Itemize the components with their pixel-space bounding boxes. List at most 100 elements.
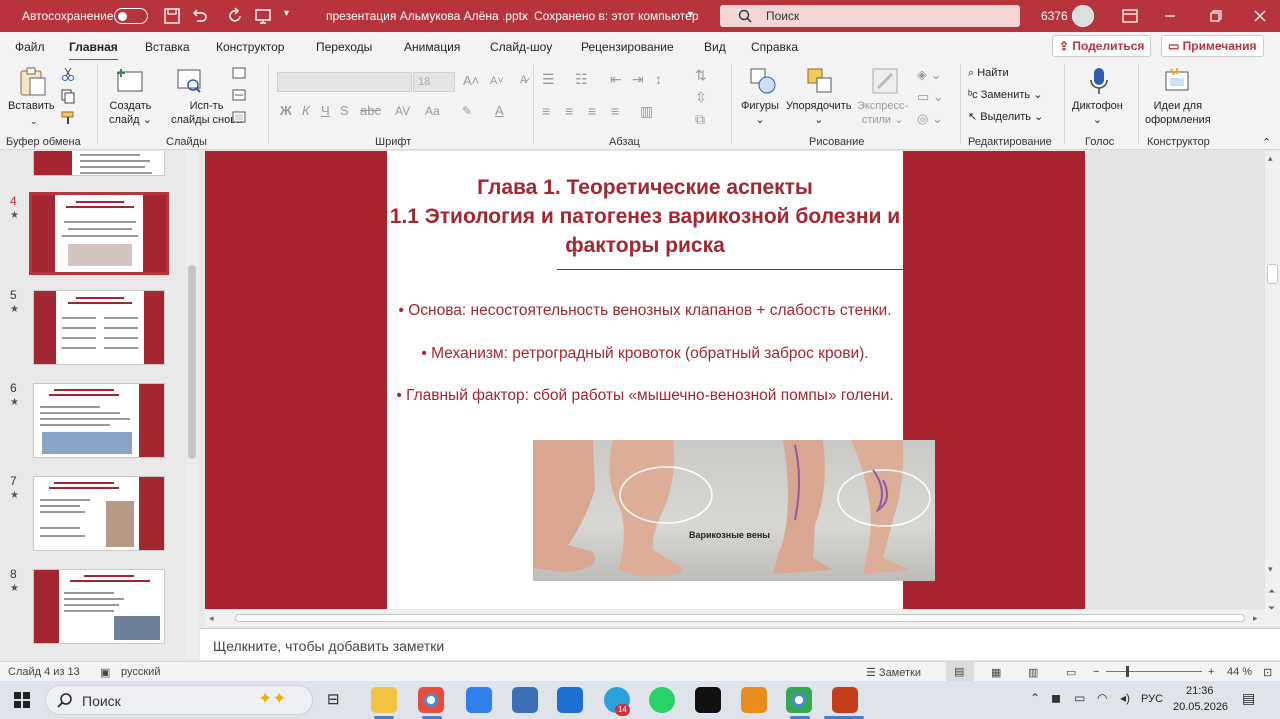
- font-family-select[interactable]: [277, 72, 412, 92]
- replace-button[interactable]: ᵇc Заменить ⌄: [968, 88, 1042, 102]
- wifi-icon[interactable]: ◠: [1097, 691, 1107, 705]
- chrome-profile-icon[interactable]: [786, 687, 812, 713]
- copy-icon[interactable]: [60, 88, 76, 104]
- app-black-icon[interactable]: [695, 687, 721, 713]
- thumbnail-slide-4[interactable]: [29, 192, 169, 275]
- bold-icon[interactable]: Ж: [280, 104, 292, 118]
- change-case-icon[interactable]: Aa: [425, 104, 440, 118]
- columns-icon[interactable]: ▥: [640, 104, 653, 118]
- font-size-select[interactable]: 18: [413, 72, 455, 92]
- restore-icon[interactable]: [1208, 8, 1224, 24]
- zoom-slider[interactable]: [1106, 671, 1202, 672]
- shadow-icon[interactable]: S: [340, 104, 349, 118]
- reading-view-icon[interactable]: ▥: [1028, 666, 1038, 679]
- volume-icon[interactable]: ◂): [1120, 691, 1130, 705]
- slideshow-view-icon[interactable]: ▭: [1066, 666, 1076, 679]
- outlook-icon[interactable]: [557, 687, 583, 713]
- whatsapp-icon[interactable]: [649, 687, 675, 713]
- shape-outline-icon[interactable]: ▭ ⌄: [917, 90, 944, 104]
- numbering-icon[interactable]: ☷: [575, 72, 588, 86]
- highlight-icon[interactable]: ✎: [462, 104, 472, 118]
- arrange-icon[interactable]: [805, 66, 835, 96]
- increase-indent-icon[interactable]: ⇥: [632, 72, 644, 86]
- italic-icon[interactable]: К: [302, 104, 310, 118]
- normal-view-button[interactable]: ▤: [946, 662, 974, 681]
- slide-title-line3[interactable]: факторы риска: [387, 231, 903, 260]
- dictate-label[interactable]: Диктофон ⌄: [1072, 99, 1123, 127]
- bullet-2[interactable]: • Механизм: ретроградный кровоток (обрат…: [387, 345, 903, 363]
- fit-to-window-icon[interactable]: ⊡: [1263, 666, 1272, 679]
- next-slide-icon[interactable]: ⏷: [1268, 603, 1275, 614]
- undo-icon[interactable]: [190, 7, 208, 25]
- horizontal-scrollbar[interactable]: ◂ ▸: [205, 610, 1265, 626]
- tab-insert[interactable]: Вставка: [145, 40, 190, 54]
- underline-icon[interactable]: Ч: [321, 104, 330, 118]
- notes-toggle-button[interactable]: ☰ Заметки: [866, 666, 921, 679]
- start-slideshow-icon[interactable]: [254, 7, 272, 25]
- align-right-icon[interactable]: ≡: [588, 104, 596, 118]
- arrange-label[interactable]: Упорядочить ⌄: [786, 99, 851, 127]
- quick-styles-label[interactable]: Экспресс-стили ⌄: [857, 99, 908, 127]
- share-button[interactable]: ⇪ Поделиться: [1052, 35, 1152, 57]
- store-icon[interactable]: [466, 687, 492, 713]
- find-button[interactable]: ⌕ Найти: [968, 66, 1009, 80]
- autosave-toggle[interactable]: [114, 8, 148, 24]
- comments-button[interactable]: ▭ Примечания: [1161, 35, 1264, 57]
- minimize-icon[interactable]: [1162, 8, 1178, 24]
- reuse-slides-icon[interactable]: [175, 66, 205, 96]
- justify-icon[interactable]: ≡: [611, 104, 619, 118]
- thumbnails-scrollbar[interactable]: [186, 151, 198, 661]
- layout-icon[interactable]: [232, 67, 246, 79]
- line-spacing-icon[interactable]: ↕: [655, 72, 662, 86]
- customize-qat-icon[interactable]: ▾: [284, 8, 289, 19]
- zoom-level[interactable]: 44 %: [1227, 666, 1252, 678]
- decrease-indent-icon[interactable]: ⇤: [610, 72, 622, 86]
- save-icon[interactable]: [163, 7, 181, 25]
- chrome-icon[interactable]: [418, 687, 444, 713]
- search-box[interactable]: Поиск: [720, 5, 1020, 27]
- scroll-down-icon[interactable]: ▾: [1268, 564, 1273, 575]
- clock-time[interactable]: 21:36: [1186, 685, 1214, 697]
- save-status-chevron-icon[interactable]: ▾: [688, 9, 693, 20]
- vertical-scroll-thumb[interactable]: [1267, 264, 1278, 284]
- shape-effects-icon[interactable]: ◎ ⌄: [917, 112, 943, 126]
- tab-home[interactable]: Главная: [69, 40, 118, 62]
- tab-help[interactable]: Справка: [751, 40, 798, 54]
- vertical-scrollbar[interactable]: ▴ ▾ ⏶ ⏷: [1265, 151, 1280, 626]
- task-view-icon[interactable]: ⊟: [327, 690, 340, 708]
- font-color-icon[interactable]: A: [495, 104, 504, 118]
- spellcheck-icon[interactable]: ▣: [100, 666, 110, 679]
- zoom-out-icon[interactable]: −: [1093, 666, 1099, 678]
- notifications-icon[interactable]: ▤: [1242, 690, 1255, 707]
- tray-app-icon[interactable]: ◼: [1051, 691, 1061, 705]
- section-icon[interactable]: [232, 111, 246, 123]
- zoom-in-icon[interactable]: +: [1208, 666, 1214, 678]
- bullet-3[interactable]: • Главный фактор: сбой работы «мышечно-в…: [387, 387, 903, 405]
- thumbnail-slide-8[interactable]: [33, 569, 165, 644]
- tab-transitions[interactable]: Переходы: [316, 40, 372, 54]
- thumbnail-slide-5[interactable]: [33, 290, 165, 365]
- powerpoint-icon[interactable]: [832, 687, 858, 713]
- bullet-1[interactable]: • Основа: несостоятельность венозных кла…: [387, 302, 903, 320]
- previous-slide-icon[interactable]: ⏶: [1268, 586, 1275, 597]
- sublime-icon[interactable]: [741, 687, 767, 713]
- notes-placeholder[interactable]: Щелкните, чтобы добавить заметки: [213, 638, 444, 654]
- new-slide-icon[interactable]: [115, 66, 145, 96]
- bullets-icon[interactable]: ☰: [542, 72, 555, 86]
- show-hidden-icons[interactable]: ⌃: [1030, 691, 1040, 705]
- paste-chevron-icon[interactable]: ⌄: [30, 114, 38, 128]
- input-language[interactable]: РУС: [1141, 693, 1163, 705]
- windows-start-icon[interactable]: [14, 692, 30, 708]
- scroll-up-icon[interactable]: ▴: [1268, 153, 1273, 164]
- horizontal-scroll-thumb[interactable]: [235, 614, 1245, 622]
- char-spacing-icon[interactable]: AV: [395, 104, 410, 118]
- slide-title-line1[interactable]: Глава 1. Теоретические аспекты: [387, 173, 903, 202]
- tab-file[interactable]: Файл: [15, 40, 45, 54]
- slide-sorter-icon[interactable]: ▦: [991, 666, 1001, 679]
- tab-design[interactable]: Конструктор: [216, 40, 284, 54]
- collapse-ribbon-icon[interactable]: ⌃: [1262, 136, 1271, 150]
- align-left-icon[interactable]: ≡: [542, 104, 550, 118]
- zoom-slider-thumb[interactable]: [1126, 666, 1129, 677]
- align-text-icon[interactable]: ⇳: [695, 90, 707, 104]
- tab-animations[interactable]: Анимация: [404, 40, 460, 54]
